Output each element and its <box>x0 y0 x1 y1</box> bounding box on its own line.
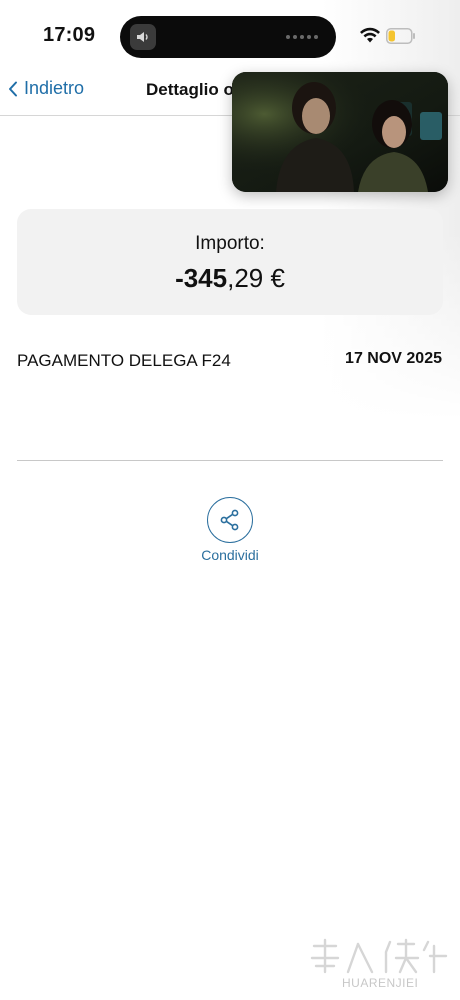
divider <box>17 460 443 461</box>
amount-card: Importo: -345,29 € <box>17 209 443 315</box>
watermark-text: HUARENJIEI <box>342 976 419 990</box>
status-time: 17:09 <box>43 24 96 46</box>
amount-label: Importo: <box>195 233 265 254</box>
page-title: Dettaglio o <box>146 80 234 99</box>
watermark-glyphs <box>310 938 448 974</box>
dynamic-island[interactable] <box>120 16 336 58</box>
wifi-icon <box>360 27 380 43</box>
video-frame <box>232 72 448 192</box>
audio-indicator-icon <box>282 34 318 40</box>
amount-value: -345,29 € <box>17 263 443 294</box>
share-button[interactable] <box>207 497 253 543</box>
back-button[interactable]: Indietro <box>8 78 84 99</box>
transaction-description: PAGAMENTO DELEGA F24 <box>17 351 231 370</box>
battery-icon <box>386 28 415 44</box>
share-label[interactable]: Condividi <box>0 547 460 563</box>
amount-integer: -345 <box>175 263 228 293</box>
status-bar: 17:09 <box>0 0 460 60</box>
screen: 17:09 Indietro Dettaglio o Importo: -345… <box>0 0 460 1000</box>
transaction-date: 17 NOV 2025 <box>345 350 442 367</box>
back-label: Indietro <box>24 78 85 98</box>
chevron-left-icon <box>9 81 17 96</box>
amount-decimal: ,29 € <box>227 263 285 293</box>
watermark-logo: HUARENJIEI <box>306 936 451 996</box>
picture-in-picture-video[interactable] <box>232 72 448 192</box>
speaker-icon <box>130 24 156 50</box>
share-icon <box>220 509 239 531</box>
